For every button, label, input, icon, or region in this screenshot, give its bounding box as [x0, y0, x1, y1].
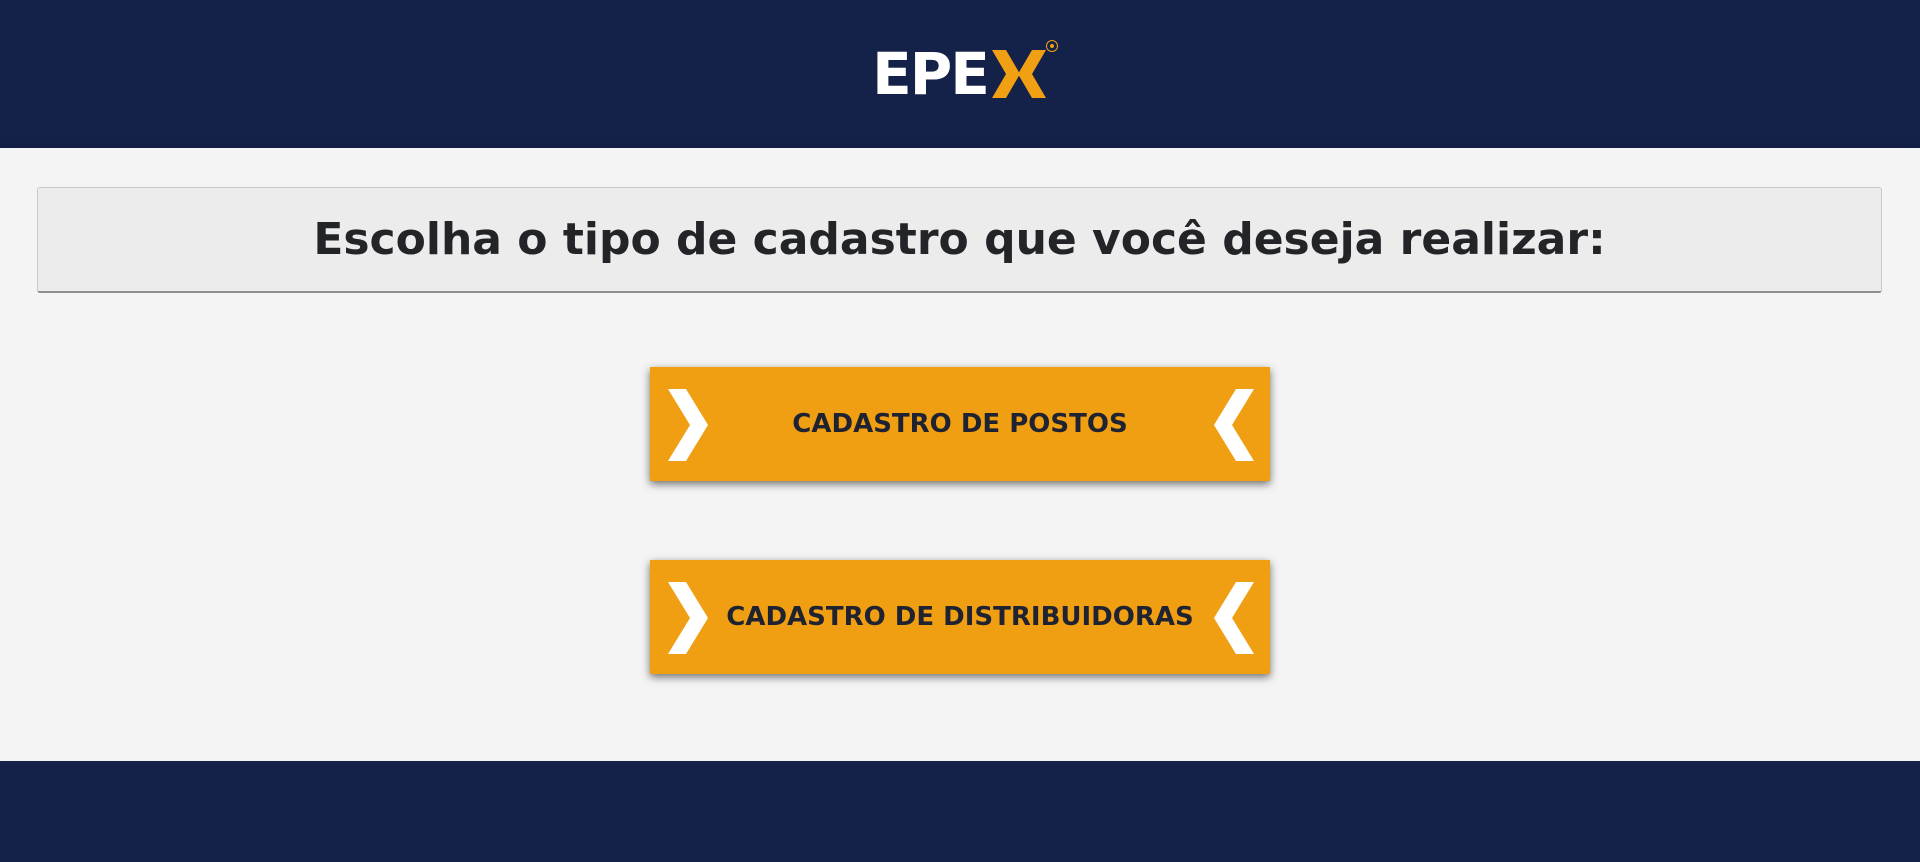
main-panel: Escolha o tipo de cadastro que você dese…: [0, 148, 1920, 761]
footer: [0, 761, 1920, 862]
registered-icon: [1045, 40, 1058, 52]
chevron-right-icon: [668, 389, 708, 461]
logo-text: EPE: [872, 40, 990, 108]
cadastro-postos-button[interactable]: CADASTRO DE POSTOS: [650, 367, 1270, 481]
chevron-right-icon: [668, 582, 708, 654]
page-title: Escolha o tipo de cadastro que você dese…: [313, 214, 1606, 265]
cadastro-distribuidoras-label: CADASTRO DE DISTRIBUIDORAS: [726, 602, 1194, 632]
chevron-left-icon: [1214, 389, 1254, 461]
header: EPE: [0, 0, 1920, 148]
chevron-left-icon: [1214, 582, 1254, 654]
logo-x-icon: [991, 50, 1046, 98]
title-box: Escolha o tipo de cadastro que você dese…: [37, 187, 1882, 293]
epex-logo[interactable]: EPE: [872, 40, 1058, 108]
cadastro-distribuidoras-button[interactable]: CADASTRO DE DISTRIBUIDORAS: [650, 560, 1270, 674]
cadastro-postos-label: CADASTRO DE POSTOS: [792, 409, 1128, 439]
